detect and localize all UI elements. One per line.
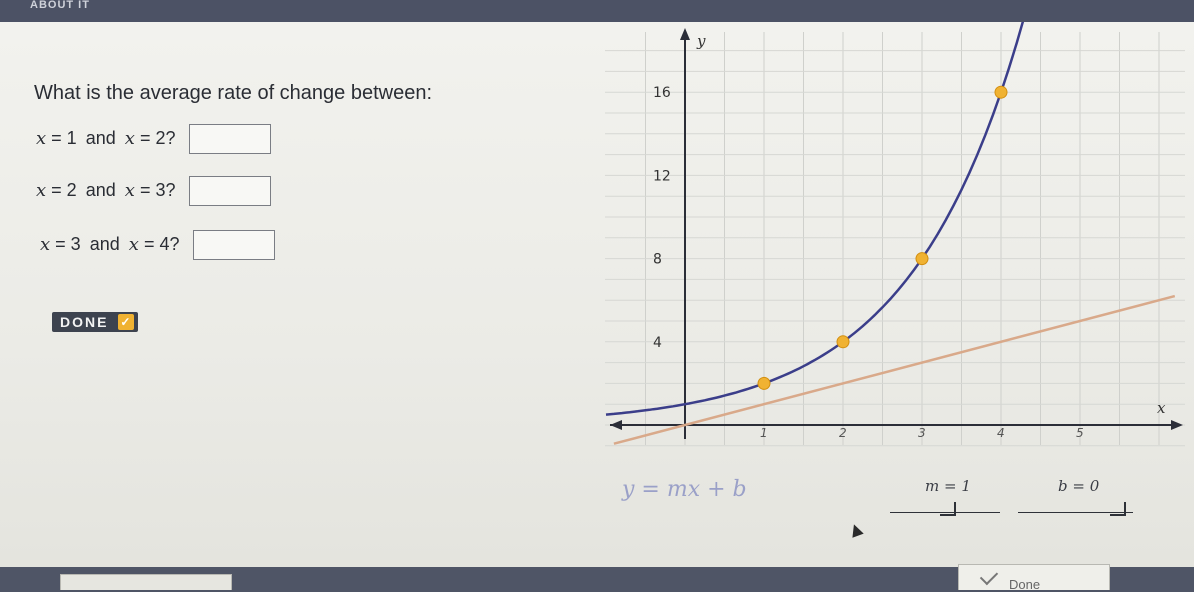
b-slider-handle[interactable] — [1110, 502, 1126, 516]
done-button-label: DONE — [60, 314, 109, 330]
done-bottom-button[interactable]: Done — [958, 564, 1110, 592]
top-bar: ABOUT IT — [0, 0, 1194, 22]
exponential-curve — [605, 22, 1025, 416]
check-icon — [979, 566, 999, 586]
coordinate-graph[interactable]: xy1 2 3 4 5481216 — [605, 22, 1185, 462]
question-row-2: x = 2 and x = 3? — [36, 176, 271, 206]
x-tick-label: 4 — [997, 426, 1005, 440]
answer-input-1[interactable] — [188, 124, 271, 154]
activity-screen: What is the average rate of change betwe… — [0, 22, 1194, 592]
x-axis-label: x — [1157, 399, 1166, 417]
x-tick-label: 5 — [1076, 426, 1084, 440]
x-axis-arrow — [1171, 420, 1183, 430]
x-axis-arrow-left — [610, 420, 622, 430]
answer-input-3[interactable] — [192, 230, 275, 260]
row-3-eq-a: = 3 — [55, 233, 81, 254]
row-3-and: and — [89, 233, 120, 254]
y-axis-label: y — [696, 32, 706, 50]
m-parameter-label: m = 1 — [925, 477, 971, 495]
done-bottom-label: Done — [1009, 577, 1041, 592]
data-point — [915, 252, 929, 266]
x-tick-label: 3 — [918, 426, 926, 440]
row-2-var-a: x — [36, 179, 47, 201]
x-tick-label: 2 — [839, 426, 847, 440]
y-tick-label: 4 — [653, 335, 662, 351]
row-1-and: and — [85, 127, 116, 148]
data-point — [757, 376, 771, 390]
m-slider-handle[interactable] — [940, 502, 956, 516]
check-icon: ✓ — [118, 314, 135, 330]
y-tick-label: 16 — [653, 85, 671, 101]
done-button[interactable]: DONE ✓ — [52, 312, 139, 332]
question-row-1: x = 1 and x = 2? — [36, 124, 271, 154]
row-2-eq-b: = 3? — [139, 179, 176, 200]
row-3-var-a: x — [40, 233, 51, 255]
line-equation: y = mx + b — [622, 477, 747, 502]
question-prompt: What is the average rate of change betwe… — [34, 82, 433, 104]
y-tick-label: 8 — [653, 252, 662, 268]
linear-line — [613, 294, 1176, 445]
mouse-cursor-icon — [848, 522, 864, 538]
x-tick-label: 1 — [760, 426, 768, 440]
row-1-eq-b: = 2? — [139, 127, 176, 148]
b-parameter-label: b = 0 — [1058, 477, 1100, 495]
row-2-var-b: x — [124, 179, 135, 201]
row-2-and: and — [85, 179, 116, 200]
question-row-3: x = 3 and x = 4? — [40, 230, 275, 260]
row-3-var-b: x — [128, 233, 139, 255]
data-point — [836, 335, 850, 349]
topbar-title: ABOUT IT — [30, 0, 90, 11]
row-1-eq-a: = 1 — [51, 127, 77, 148]
row-2-eq-a: = 2 — [51, 179, 77, 200]
y-tick-label: 12 — [653, 168, 671, 184]
answer-input-2[interactable] — [188, 176, 271, 206]
bottom-left-tab[interactable] — [60, 574, 232, 590]
data-point — [994, 85, 1008, 99]
y-axis-arrow — [680, 28, 690, 40]
row-1-var-b: x — [124, 127, 135, 149]
row-3-eq-b: = 4? — [143, 233, 180, 254]
row-1-var-a: x — [36, 127, 47, 149]
